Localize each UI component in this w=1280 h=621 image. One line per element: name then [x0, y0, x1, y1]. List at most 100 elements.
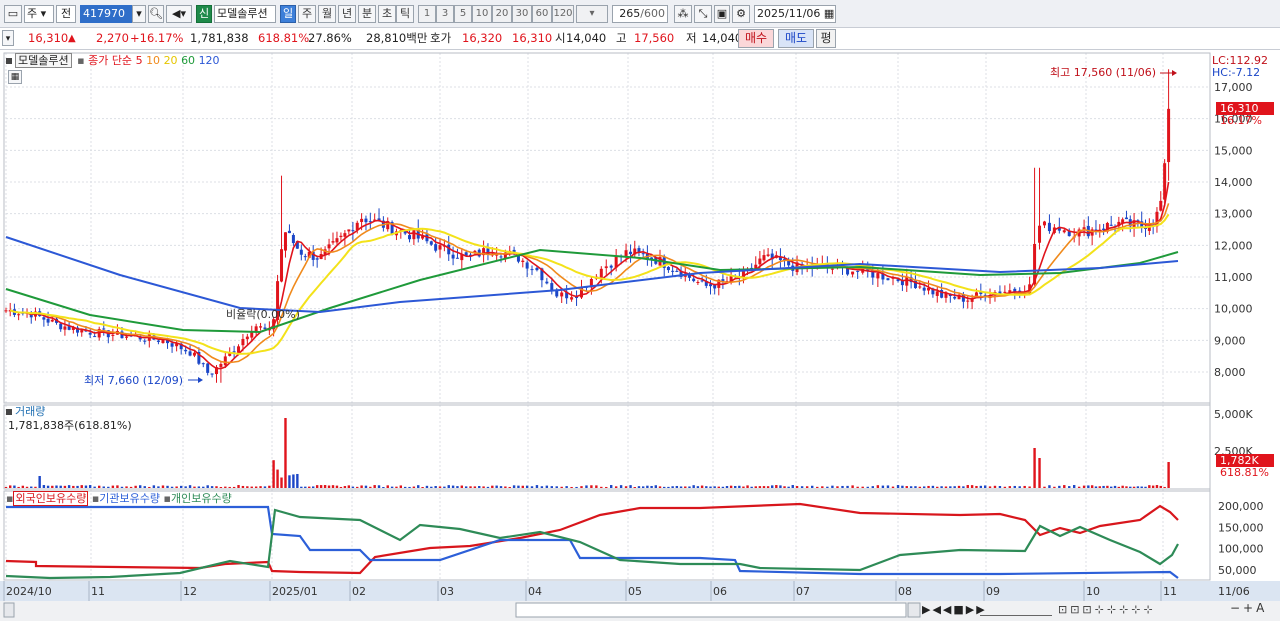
gear-icon[interactable]: ⚙ [732, 5, 750, 23]
holding-tick-label: 200,000 [1218, 500, 1264, 513]
volume-bar [713, 486, 716, 488]
volume-bar [775, 485, 778, 488]
volume-bar [327, 485, 331, 488]
volume-bar [399, 485, 403, 488]
candle-body [59, 323, 63, 330]
candle-body [1038, 225, 1042, 243]
calendar-icon[interactable]: ▦ [824, 7, 834, 20]
volume-bar [629, 485, 632, 488]
volume-bar [210, 486, 214, 488]
volume-bar [957, 485, 961, 488]
volume-bar [1144, 486, 1147, 488]
x-tick-label: 06 [713, 585, 727, 598]
playback-controls[interactable]: ▶◀◀■▶▶ [922, 603, 987, 616]
date-input[interactable]: 2025/11/06 ▦ [754, 5, 836, 23]
volume-bar [473, 486, 477, 488]
volume-bar [605, 486, 608, 488]
view-tools[interactable]: ⊡⊡⊡⊹⊹⊹⊹⊹ [1058, 603, 1156, 616]
zoom-controls[interactable]: −+A [1230, 602, 1267, 615]
candle-body [1167, 108, 1171, 163]
volume-bar [1140, 486, 1143, 488]
candle-body [50, 319, 54, 322]
stock-name-field[interactable]: 모델솔루션 [214, 5, 276, 23]
volume-bar [143, 486, 146, 488]
minute-option-5[interactable]: 5 [454, 5, 472, 23]
volume-bar [272, 460, 275, 488]
evaluate-button[interactable]: 평 [816, 29, 836, 48]
price-change: 2,270 [96, 31, 129, 45]
bar-count-input[interactable]: 265/600 [612, 5, 668, 23]
volume-bar [1033, 448, 1036, 488]
volume-bar [403, 486, 407, 488]
volume-bar [228, 486, 231, 488]
period-second-tab[interactable]: 초 [378, 5, 396, 23]
indicator-icon[interactable]: ⁂ [674, 5, 692, 23]
minute-option-60[interactable]: 60 [532, 5, 552, 23]
minute-option-120[interactable]: 120 [552, 5, 574, 23]
zoom-fit-icon[interactable]: ⤡ [694, 5, 712, 23]
period-day-tab[interactable]: 일 [280, 5, 296, 23]
turnover-rate: 27.86% [308, 31, 352, 45]
volume-bar [175, 486, 178, 488]
candle-body [721, 279, 725, 282]
speaker-icon[interactable]: ◀▾ [166, 5, 192, 23]
period-minute-tab[interactable]: 분 [358, 5, 376, 23]
price-change-pct: +16.17% [130, 31, 184, 45]
candle-body [1124, 217, 1128, 220]
price-legend-name[interactable]: 모델솔루션 [15, 53, 72, 68]
volume-bar [905, 486, 908, 488]
candle-body [206, 363, 210, 373]
volume-bar [447, 485, 450, 488]
trade-amount: 28,810백만 [366, 31, 428, 45]
save-icon[interactable]: ▣ [714, 5, 730, 23]
volume-bar [535, 485, 539, 488]
volume-bar [80, 485, 83, 488]
window-menu-icon[interactable]: ▭ [4, 5, 22, 23]
volume-bar [614, 486, 618, 488]
volume-bar [408, 486, 411, 488]
minute-option-3[interactable]: 3 [436, 5, 454, 23]
code-dropdown-icon[interactable]: ▾ [132, 5, 146, 23]
range-option-button[interactable]: 전 [56, 5, 76, 23]
zoom-slider[interactable] [980, 602, 1052, 616]
volume-bar [486, 486, 490, 488]
minute-option-10[interactable]: 10 [472, 5, 492, 23]
price-tick-label: 9,000 [1214, 334, 1246, 347]
volume-bar [237, 485, 240, 488]
period-month-tab[interactable]: 월 [318, 5, 336, 23]
minute-option-1[interactable]: 1 [418, 5, 436, 23]
volume-bar [373, 485, 376, 488]
x-tick-label: 11 [91, 585, 105, 598]
period-week-tab[interactable]: 주 [298, 5, 316, 23]
foreign-holding-label[interactable]: 외국인보유수량 [13, 491, 89, 506]
price-tick-label: 12,000 [1214, 239, 1253, 252]
period-year-tab[interactable]: 년 [338, 5, 356, 23]
individual-holding-label[interactable]: 개인보유수량 [171, 492, 232, 505]
collapse-icon[interactable]: ▾ [2, 30, 14, 46]
custom-period-select[interactable]: ▾ [576, 5, 608, 23]
institution-holding-label[interactable]: 기관보유수량 [99, 492, 160, 505]
volume-bar [517, 485, 520, 488]
candle-body [966, 300, 970, 302]
volume-bar [412, 486, 416, 488]
search-icon[interactable]: 🔍︎ [148, 5, 164, 23]
buy-button[interactable]: 매수 [738, 29, 774, 48]
stock-code-input[interactable]: 417970 [80, 5, 132, 23]
minute-option-20[interactable]: 20 [492, 5, 512, 23]
volume-bar [425, 485, 429, 488]
stock-chart[interactable]: 17,00016,00015,00014,00013,00012,00011,0… [0, 50, 1280, 621]
candle-body [886, 278, 890, 281]
minute-option-30[interactable]: 30 [512, 5, 532, 23]
candle-body [675, 270, 679, 272]
volume-bar [831, 485, 834, 488]
volume-bar [107, 486, 110, 488]
volume-bar [811, 485, 814, 488]
market-select[interactable]: 주 ▾ [24, 5, 54, 23]
period-tick-tab[interactable]: 틱 [396, 5, 414, 23]
table-toggle-icon[interactable]: ▦ [8, 70, 22, 84]
sell-button[interactable]: 매도 [778, 29, 814, 48]
volume-bar [896, 485, 900, 488]
volume-bar [319, 485, 323, 488]
ma10-label: 10 [146, 54, 161, 67]
candle-body [953, 296, 957, 299]
